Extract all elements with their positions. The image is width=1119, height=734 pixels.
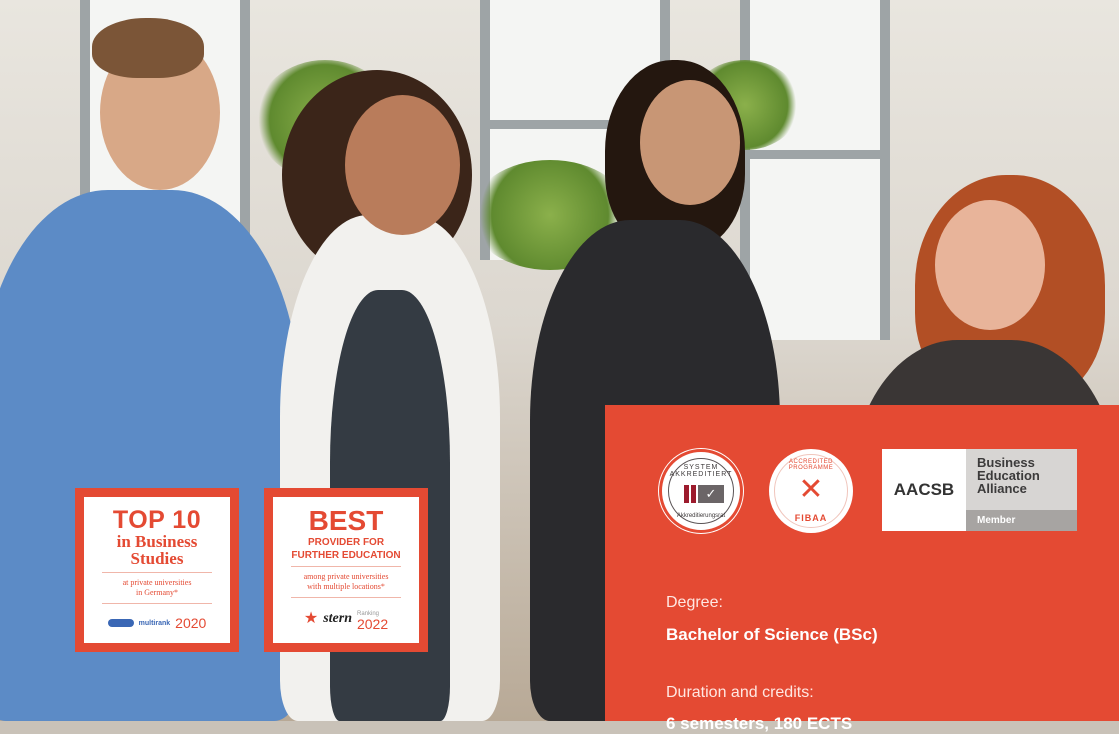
award-badge-best: BEST PROVIDER FOR FURTHER EDUCATION amon… [264, 488, 428, 652]
divider [291, 597, 401, 598]
seal-ring-text: SYSTEM AKKREDITIERT [669, 464, 733, 478]
badge-headline: TOP 10 [112, 506, 202, 534]
aacsb-fullname: Business Education Alliance [966, 449, 1077, 510]
aacsb-abbr: AACSB [893, 480, 955, 499]
accreditation-logos: SYSTEM AKKREDITIERT ✓ Akkreditierungsrat… [605, 449, 1119, 533]
badge-source: stern [323, 611, 352, 626]
fibaa-cross-icon: ✕ [798, 473, 824, 506]
seal-ring-text: Akkreditierungsrat [676, 513, 726, 519]
badge-note: at private universities [122, 578, 192, 587]
duration-label: Duration and credits: [666, 684, 814, 701]
degree-value: Bachelor of Science (BSc) [666, 625, 878, 644]
multirank-logo-icon [107, 619, 134, 627]
fibaa-name: FIBAA [794, 513, 828, 523]
degree-label: Degree: [666, 594, 723, 611]
duration-value: 6 semesters, 180 ECTS [666, 714, 853, 733]
badge-headline: BEST [308, 505, 384, 536]
divider [291, 566, 401, 567]
badge-footer: ★ stern Ranking 2022 [303, 609, 389, 632]
badge-year: 2022 [356, 616, 389, 632]
fibaa-seal: ACCREDITED PROGRAMME ✕ FIBAA [769, 449, 853, 533]
badge-source: multirank [138, 619, 171, 627]
window-frame [740, 0, 890, 340]
akkreditierungsrat-check-icon: ✓ [684, 485, 724, 503]
aacsb-line: Alliance [977, 481, 1027, 496]
badge-note: in Germany* [136, 588, 178, 597]
divider [102, 572, 212, 573]
badge-subline: in Business [116, 532, 198, 551]
seal-ring-text: ACCREDITED PROGRAMME [788, 459, 834, 471]
divider [102, 603, 212, 604]
badge-year: 2020 [175, 615, 207, 631]
aacsb-member-label: Member [966, 510, 1077, 531]
badge-note: with multiple locations* [307, 582, 385, 591]
badge-note: among private universities [303, 572, 389, 581]
badge-subline: FURTHER EDUCATION [291, 550, 401, 561]
system-accreditation-seal: SYSTEM AKKREDITIERT ✓ Akkreditierungsrat [659, 449, 743, 533]
award-badge-top10: TOP 10 in Business Studies at private un… [75, 488, 239, 652]
badge-ranking: Ranking 2022 [356, 609, 389, 632]
badge-footer: multirank 2020 [107, 615, 207, 631]
badge-subline: Studies [130, 549, 184, 568]
program-info-panel: SYSTEM AKKREDITIERT ✓ Akkreditierungsrat… [605, 405, 1119, 733]
stern-star-icon: ★ [303, 610, 319, 627]
badge-subline: PROVIDER FOR [307, 537, 385, 548]
aacsb-logo: AACSB Business Education Alliance Member [882, 449, 1077, 531]
